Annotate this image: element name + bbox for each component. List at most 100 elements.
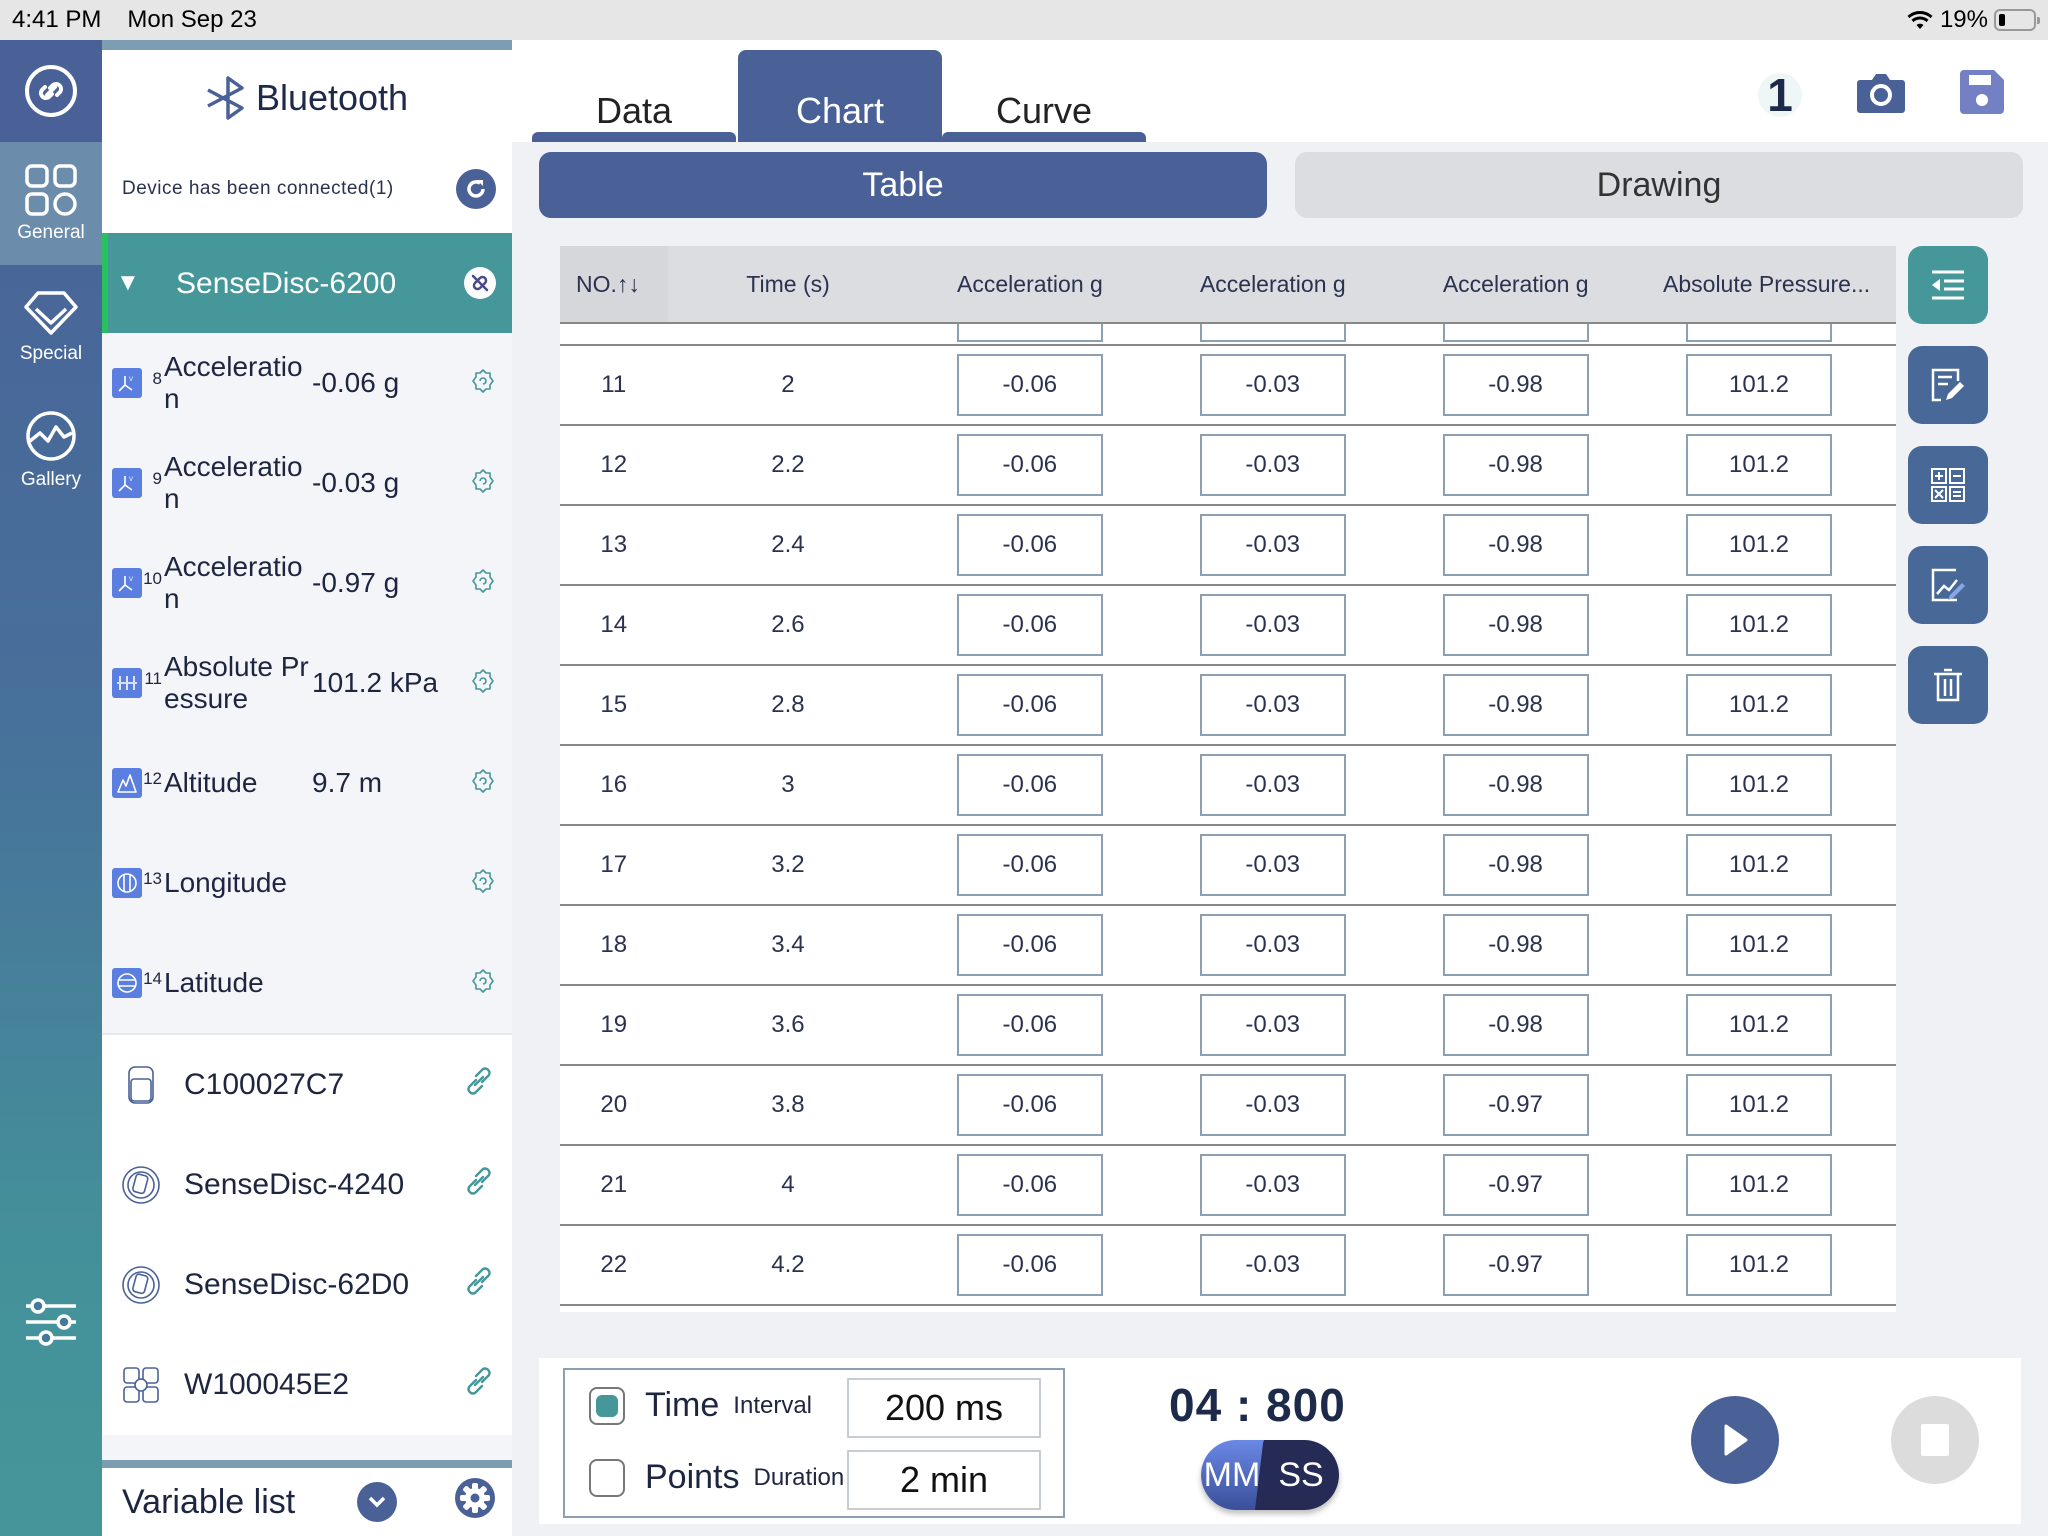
cell-acceleration-x[interactable]: -0.06 xyxy=(956,1154,1103,1216)
cell-acceleration-y[interactable]: -0.03 xyxy=(1199,994,1346,1056)
variable-row[interactable]: 12 Altitude 9.7 m xyxy=(102,733,512,833)
cell-acceleration-z[interactable]: -0.98 xyxy=(1442,754,1589,816)
cell-acceleration-x[interactable]: -0.06 xyxy=(956,834,1103,896)
cell-pressure[interactable]: 101.2 xyxy=(1686,514,1832,576)
connect-link-icon[interactable] xyxy=(462,1164,496,1206)
cell-acceleration-x[interactable]: -0.06 xyxy=(956,594,1103,656)
duration-input[interactable]: 2 min xyxy=(847,1450,1041,1510)
cell-acceleration-z[interactable]: -0.97 xyxy=(1442,1074,1589,1136)
cell-acceleration-y[interactable]: -0.03 xyxy=(1199,594,1346,656)
time-mode-radio[interactable] xyxy=(589,1386,625,1425)
edit-notes-button[interactable] xyxy=(1908,346,1988,424)
cell-acceleration-y[interactable]: -0.03 xyxy=(1199,754,1346,816)
cell-pressure[interactable]: 101.2 xyxy=(1686,674,1832,736)
screenshot-button[interactable] xyxy=(1856,70,1906,119)
tab-data[interactable]: Data xyxy=(532,50,736,142)
cell-acceleration-x[interactable]: -0.06 xyxy=(956,354,1103,416)
cell-acceleration-y[interactable]: -0.03 xyxy=(1199,514,1346,576)
settings-sliders-button[interactable] xyxy=(0,1298,102,1346)
cell-pressure[interactable]: 101.2 xyxy=(1686,1074,1832,1136)
cell-acceleration-y[interactable]: -0.03 xyxy=(1199,1074,1346,1136)
start-button[interactable] xyxy=(1691,1396,1779,1484)
device-row[interactable]: SenseDisc-62D0 xyxy=(102,1235,512,1335)
device-row[interactable]: SenseDisc-4240 xyxy=(102,1135,512,1235)
variable-settings-icon[interactable] xyxy=(470,568,496,599)
cell-acceleration-z[interactable]: -0.98 xyxy=(1442,434,1589,496)
points-mode-radio[interactable] xyxy=(589,1458,625,1497)
time-mode-option[interactable]: Time Interval xyxy=(589,1386,812,1425)
cell-acceleration-x[interactable]: -0.06 xyxy=(956,914,1103,976)
cell-pressure[interactable]: 101.2 xyxy=(1686,434,1832,496)
variable-list-dropdown[interactable] xyxy=(357,1482,398,1522)
time-unit-toggle[interactable]: MM SS xyxy=(1201,1440,1339,1510)
connect-link-icon[interactable] xyxy=(462,1264,496,1306)
cell-pressure[interactable]: 101.2 xyxy=(1686,354,1832,416)
cell-acceleration-x[interactable]: -0.06 xyxy=(956,1074,1103,1136)
cell-acceleration-z[interactable]: -0.98 xyxy=(1442,994,1589,1056)
cell-acceleration-y[interactable]: -0.03 xyxy=(1199,914,1346,976)
cell-acceleration-z[interactable]: -0.97 xyxy=(1442,1234,1589,1296)
cell-acceleration-x[interactable]: -0.06 xyxy=(956,994,1103,1056)
save-button[interactable] xyxy=(1960,70,2004,119)
drawing-view-button[interactable]: Drawing xyxy=(1295,152,2023,218)
cell-acceleration-z[interactable]: -0.97 xyxy=(1442,1154,1589,1216)
stop-button[interactable] xyxy=(1891,1396,1979,1484)
variable-settings-icon[interactable] xyxy=(470,968,496,999)
device-row[interactable]: W100045E2 xyxy=(102,1335,512,1435)
variable-row[interactable]: V 10 Acceleration -0.97 g xyxy=(102,533,512,633)
cell-acceleration-z[interactable]: -0.98 xyxy=(1442,834,1589,896)
rail-item-special[interactable]: Special xyxy=(0,265,102,388)
cell-acceleration-y[interactable]: -0.03 xyxy=(1199,834,1346,896)
variable-row[interactable]: 14 Latitude xyxy=(102,933,512,1033)
variable-row[interactable]: 11 Absolute Pressure 101.2 kPa xyxy=(102,633,512,733)
variable-settings-button[interactable] xyxy=(454,1477,496,1528)
variable-settings-icon[interactable] xyxy=(470,468,496,499)
cell-acceleration-z[interactable]: -0.98 xyxy=(1442,514,1589,576)
calculator-button[interactable] xyxy=(1908,446,1988,524)
active-device-row[interactable]: ▼ SenseDisc-6200 xyxy=(102,233,512,333)
cell-pressure[interactable]: 101.2 xyxy=(1686,914,1832,976)
variable-row[interactable]: V 9 Acceleration -0.03 g xyxy=(102,433,512,533)
cell-acceleration-z[interactable]: -0.98 xyxy=(1442,594,1589,656)
cell-acceleration-y[interactable]: -0.03 xyxy=(1199,1234,1346,1296)
variable-settings-icon[interactable] xyxy=(470,768,496,799)
points-mode-option[interactable]: Points Duration xyxy=(589,1458,844,1497)
connect-button[interactable] xyxy=(0,40,102,142)
cell-acceleration-z[interactable]: -0.98 xyxy=(1442,674,1589,736)
cell-acceleration-y[interactable]: -0.03 xyxy=(1199,674,1346,736)
draw-chart-button[interactable] xyxy=(1908,546,1988,624)
cell-pressure[interactable]: 101.2 xyxy=(1686,1154,1832,1216)
collapse-columns-button[interactable] xyxy=(1908,246,1988,324)
variable-row[interactable]: 13 Longitude xyxy=(102,833,512,933)
rail-item-gallery[interactable]: Gallery xyxy=(0,388,102,511)
cell-acceleration-y[interactable]: -0.03 xyxy=(1199,434,1346,496)
disconnect-button[interactable] xyxy=(464,267,496,299)
connect-link-icon[interactable] xyxy=(462,1064,496,1106)
cell-acceleration-x[interactable]: -0.06 xyxy=(956,514,1103,576)
cell-pressure[interactable]: 101.2 xyxy=(1686,1234,1832,1296)
delete-button[interactable] xyxy=(1908,646,1988,724)
cell-acceleration-x[interactable]: -0.06 xyxy=(956,1234,1103,1296)
cell-acceleration-x[interactable]: -0.06 xyxy=(956,674,1103,736)
collapse-triangle-icon[interactable]: ▼ xyxy=(116,269,176,297)
cell-acceleration-z[interactable]: -0.98 xyxy=(1442,914,1589,976)
connect-link-icon[interactable] xyxy=(462,1364,496,1406)
rail-item-general[interactable]: General xyxy=(0,142,102,265)
cell-acceleration-x[interactable]: -0.06 xyxy=(956,434,1103,496)
device-row[interactable]: C100027C7 xyxy=(102,1035,512,1135)
interval-input[interactable]: 200 ms xyxy=(847,1378,1041,1438)
refresh-button[interactable] xyxy=(456,169,496,209)
cell-acceleration-y[interactable]: -0.03 xyxy=(1199,1154,1346,1216)
cell-pressure[interactable]: 101.2 xyxy=(1686,754,1832,816)
variable-settings-icon[interactable] xyxy=(470,368,496,399)
cell-pressure[interactable]: 101.2 xyxy=(1686,834,1832,896)
cell-pressure[interactable]: 101.2 xyxy=(1686,594,1832,656)
cell-pressure[interactable]: 101.2 xyxy=(1686,994,1832,1056)
variable-row[interactable]: V 8 Acceleration -0.06 g xyxy=(102,333,512,433)
variable-settings-icon[interactable] xyxy=(470,868,496,899)
cell-acceleration-z[interactable]: -0.98 xyxy=(1442,354,1589,416)
cell-acceleration-x[interactable]: -0.06 xyxy=(956,754,1103,816)
tab-curve[interactable]: Curve xyxy=(942,50,1146,142)
variable-settings-icon[interactable] xyxy=(470,668,496,699)
cell-acceleration-y[interactable]: -0.03 xyxy=(1199,354,1346,416)
